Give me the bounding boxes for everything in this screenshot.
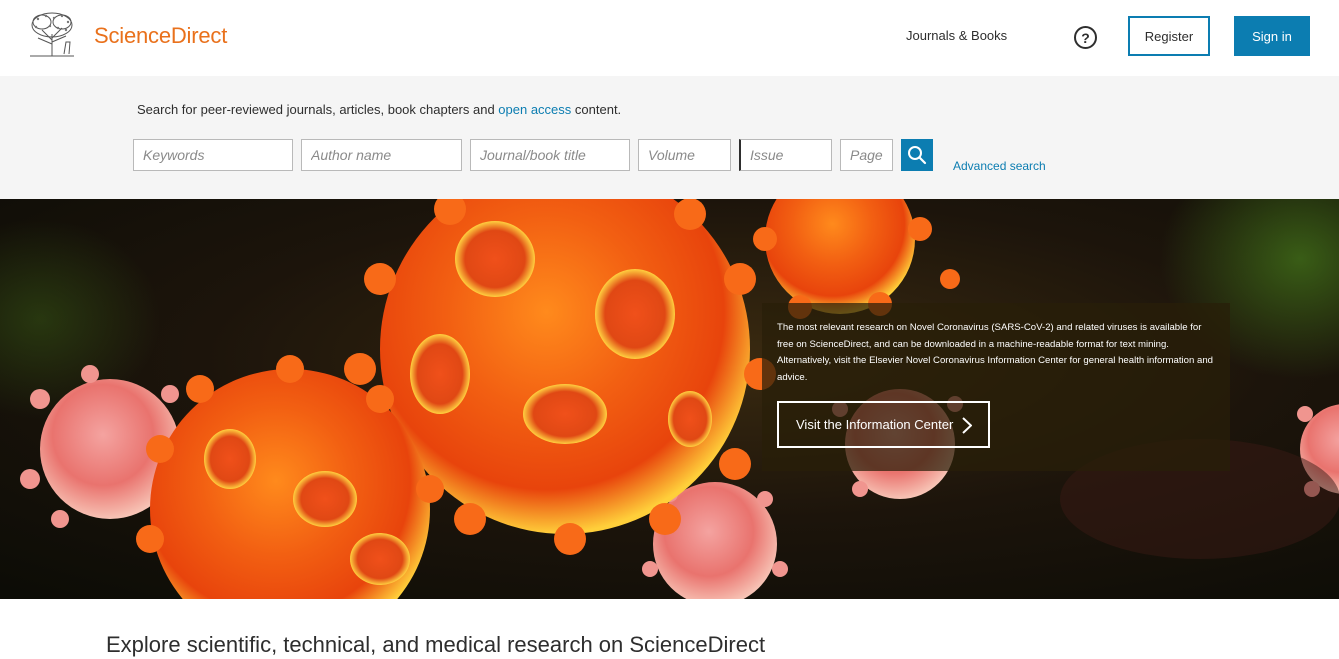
advanced-search-link[interactable]: Advanced search — [953, 159, 1046, 173]
author-name-input[interactable] — [301, 139, 462, 171]
help-button[interactable]: ? — [1074, 26, 1097, 49]
search-icon — [908, 146, 927, 165]
search-panel: Search for peer-reviewed journals, artic… — [0, 76, 1339, 199]
sign-in-button[interactable]: Sign in — [1234, 16, 1310, 56]
search-intro-text: Search for peer-reviewed journals, artic… — [137, 102, 622, 117]
volume-input[interactable] — [638, 139, 731, 171]
site-header: ScienceDirect Journals & Books ? Registe… — [0, 0, 1339, 76]
brand-name[interactable]: ScienceDirect — [94, 23, 227, 49]
question-circle-icon: ? — [1081, 29, 1090, 46]
page-input[interactable] — [840, 139, 893, 171]
register-button[interactable]: Register — [1128, 16, 1210, 56]
search-submit-button[interactable] — [901, 139, 933, 171]
covid-info-text: The most relevant research on Novel Coro… — [777, 322, 1214, 383]
keywords-input[interactable] — [133, 139, 293, 171]
visit-information-center-label: Visit the Information Center — [796, 417, 954, 432]
journals-books-link[interactable]: Journals & Books — [906, 28, 1007, 43]
journal-book-title-input[interactable] — [470, 139, 630, 171]
issue-input[interactable] — [739, 139, 832, 171]
hero-banner: The most relevant research on Novel Coro… — [0, 199, 1339, 599]
explore-heading: Explore scientific, technical, and medic… — [106, 632, 766, 657]
chevron-right-icon — [962, 417, 972, 434]
visit-information-center-button[interactable]: Visit the Information Center — [777, 401, 990, 448]
open-access-link[interactable]: open access — [498, 102, 571, 117]
covid-info-panel: The most relevant research on Novel Coro… — [762, 303, 1230, 471]
elsevier-tree-logo-icon[interactable] — [24, 10, 80, 60]
